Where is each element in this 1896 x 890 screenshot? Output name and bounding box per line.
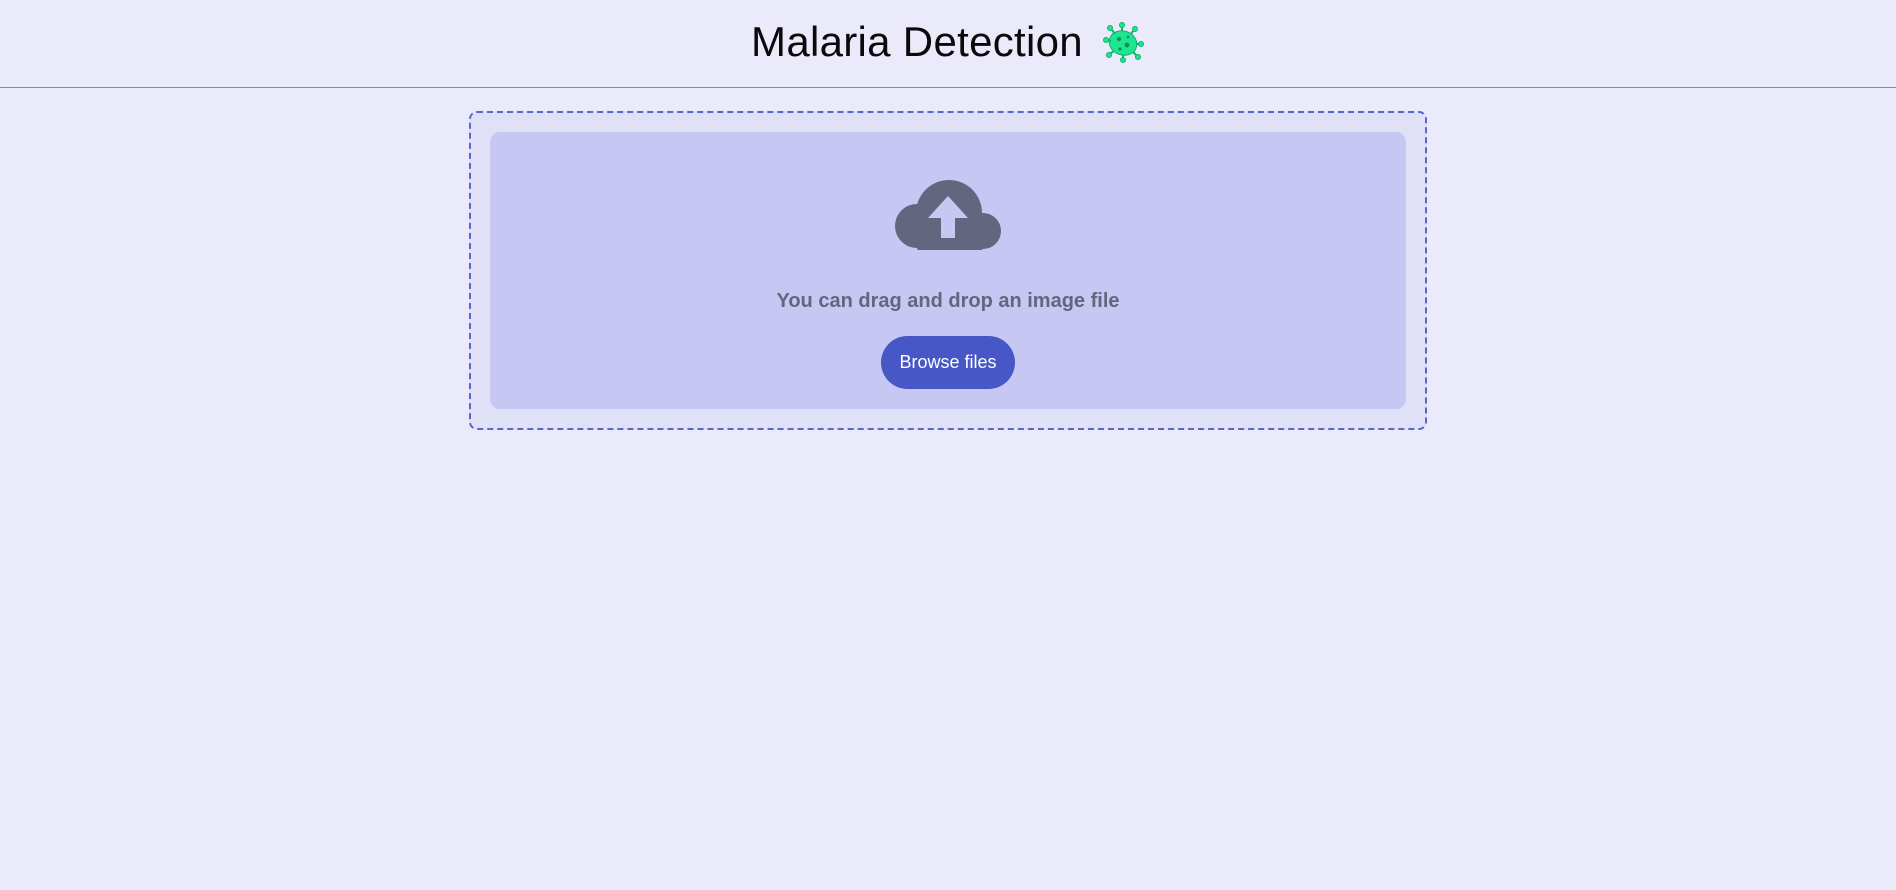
microbe-icon — [1102, 21, 1144, 63]
drop-instruction: You can drag and drop an image file — [776, 290, 1120, 312]
app-header: Malaria Detection — [0, 0, 1896, 88]
cloud-upload-icon — [895, 180, 1001, 250]
page-title: Malaria Detection — [751, 17, 1083, 65]
dropzone-area[interactable]: You can drag and drop an image file Brow… — [490, 132, 1406, 409]
browse-files-button[interactable]: Browse files — [881, 336, 1015, 389]
file-dropzone[interactable]: You can drag and drop an image file Brow… — [469, 111, 1427, 430]
title-group: Malaria Detection — [751, 18, 1145, 66]
